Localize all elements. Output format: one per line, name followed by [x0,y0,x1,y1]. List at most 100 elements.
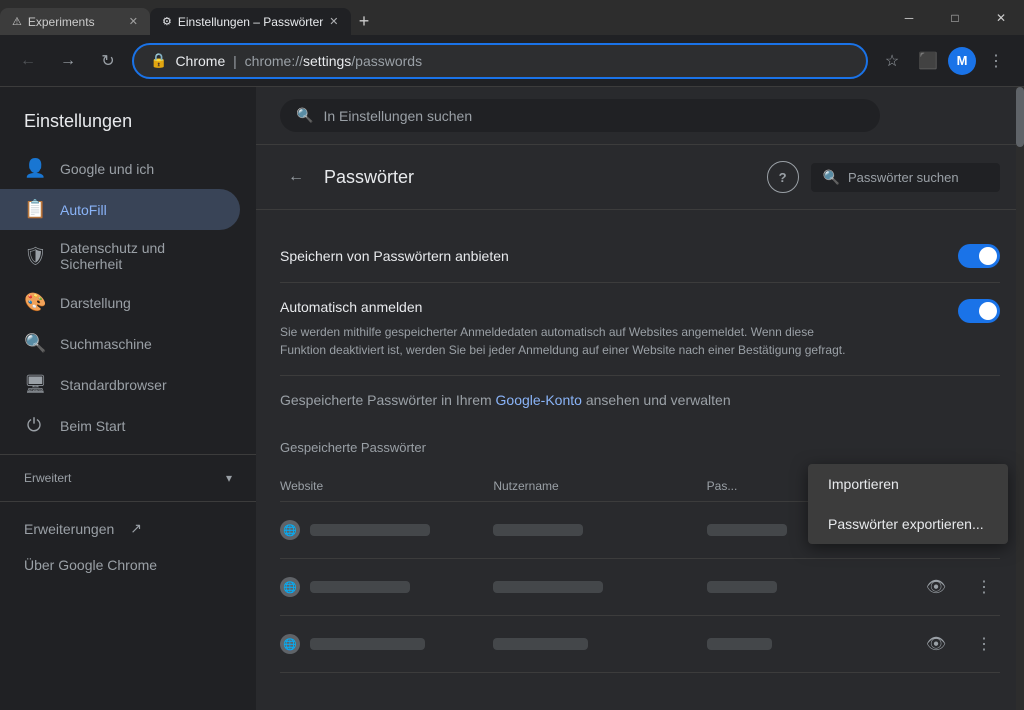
passwords-search-wrap[interactable]: 🔍 [811,163,1000,192]
row1-pw-text [707,524,787,536]
sidebar-item-extensions[interactable]: Erweiterungen ↗ [0,510,256,547]
sidebar-item-autofill-label: AutoFill [60,202,107,218]
google-icon: 👤 [24,158,44,179]
address-bar[interactable]: 🔒 Chrome | chrome://settings/passwords [132,43,868,79]
row3-site-icon: 🌐 [280,634,300,654]
sidebar-title: Einstellungen [0,103,256,148]
sidebar-item-autofill[interactable]: 📋 AutoFill [0,189,240,230]
context-menu-import[interactable]: Importieren [808,464,1008,504]
table-row: 🌐 👁 ⋮ [280,559,1000,616]
passwords-search-input[interactable] [848,170,988,185]
back-button[interactable]: ← [12,45,44,77]
row3-more-button[interactable]: ⋮ [968,628,1000,660]
row1-site-text [310,524,430,536]
offer-save-toggle[interactable] [958,244,1000,268]
google-account-link[interactable]: Google-Konto [496,392,582,408]
privacy-icon: 🛡 [24,246,44,267]
menu-button[interactable]: ⋮ [980,45,1012,77]
secure-icon: 🔒 [150,52,167,69]
minimize-button[interactable]: ─ [886,0,932,35]
scrollbar-track [1016,87,1024,710]
settings-search-input[interactable] [323,108,864,124]
sidebar-advanced-section[interactable]: Erweitert ▾ [0,463,256,493]
row1-site-cell: 🌐 [280,520,493,540]
sidebar-item-about[interactable]: Über Google Chrome [0,547,256,583]
advanced-chevron-icon: ▾ [226,471,232,485]
row3-site-cell: 🌐 [280,634,493,654]
sidebar-item-google-label: Google und ich [60,161,154,177]
sidebar-divider [0,454,256,455]
about-label: Über Google Chrome [24,557,157,573]
col-username: Nutzername [493,479,706,493]
sidebar-item-google[interactable]: 👤 Google und ich [0,148,240,189]
row2-site-icon: 🌐 [280,577,300,597]
settings-search-wrap[interactable]: 🔍 [280,99,880,132]
settings-search-bar: 🔍 [256,87,1024,145]
auto-login-row: Automatisch anmelden Sie werden mithilfe… [280,299,1000,359]
auto-login-content: Automatisch anmelden Sie werden mithilfe… [280,299,860,359]
sidebar-item-startup[interactable]: ⏻ Beim Start [0,405,240,446]
row1-site-icon: 🌐 [280,520,300,540]
appearance-icon: 🎨 [24,292,44,313]
startup-icon: ⏻ [24,415,44,436]
window-controls: ─ □ ✕ [886,0,1024,35]
google-account-link-row: Gespeicherte Passwörter in Ihrem Google-… [280,376,1000,424]
refresh-button[interactable]: ↻ [92,45,124,77]
experiments-icon: ⚠ [12,15,22,28]
navigation-bar: ← → ↻ 🔒 Chrome | chrome://settings/passw… [0,35,1024,87]
col-website: Website [280,479,493,493]
external-link-icon: ↗ [130,520,142,537]
auto-login-toggle[interactable] [958,299,1000,323]
tab-experiments-close[interactable]: ✕ [129,15,138,28]
address-text: Chrome | chrome://settings/passwords [175,53,850,69]
saved-passwords-section: Gespeicherte Passwörter Website Nutzerna… [280,424,1000,681]
scrollbar-thumb[interactable] [1016,87,1024,147]
new-tab-button[interactable]: + [351,8,378,35]
sidebar-item-browser-label: Standardbrowser [60,377,167,393]
row3-user-cell [493,638,706,650]
table-row: 🌐 👁 ⋮ [280,616,1000,673]
tab-strip: ⚠ Experiments ✕ ⚙ Einstellungen – Passwö… [0,0,886,35]
sidebar-item-privacy-label: Datenschutz und Sicherheit [60,240,216,272]
tab-experiments[interactable]: ⚠ Experiments ✕ [0,8,150,35]
tab-settings-close[interactable]: ✕ [329,15,338,28]
row2-pw-text [707,581,777,593]
forward-button[interactable]: → [52,45,84,77]
sidebar-item-browser[interactable]: 🖥 Standardbrowser [0,364,240,405]
maximize-button[interactable]: □ [932,0,978,35]
sidebar-item-search[interactable]: 🔍 Suchmaschine [0,323,240,364]
passwords-help-button[interactable]: ? [767,161,799,193]
passwords-page: ← Passwörter ? 🔍 Speichern von Passwörte… [256,145,1024,710]
row2-more-button[interactable]: ⋮ [968,571,1000,603]
row2-eye-button[interactable]: 👁 [920,571,952,603]
context-menu-export[interactable]: Passwörter exportieren... [808,504,1008,544]
row2-user-text [493,581,603,593]
auto-login-desc: Sie werden mithilfe gespeicherter Anmeld… [280,323,860,359]
offer-save-toggle-row: Speichern von Passwörtern anbieten [280,230,1000,283]
passwords-header: ← Passwörter ? 🔍 [256,145,1024,210]
sidebar-item-privacy[interactable]: 🛡 Datenschutz und Sicherheit [0,230,240,282]
row2-site-text [310,581,410,593]
auto-login-section: Automatisch anmelden Sie werden mithilfe… [280,283,1000,376]
passwords-back-button[interactable]: ← [280,161,312,193]
tab-settings[interactable]: ⚙ Einstellungen – Passwörter ✕ [150,8,351,35]
bookmark-button[interactable]: ☆ [876,45,908,77]
row3-user-text [493,638,588,650]
refresh-icon: ↻ [101,51,114,71]
passwords-title: Passwörter [324,167,755,188]
main-layout: Einstellungen 👤 Google und ich 📋 AutoFil… [0,87,1024,710]
profile-avatar[interactable]: M [948,47,976,75]
row2-user-cell [493,581,706,593]
sidebar-item-search-label: Suchmaschine [60,336,152,352]
row3-pw-cell [707,638,920,650]
row3-eye-button[interactable]: 👁 [920,628,952,660]
row1-user-text [493,524,583,536]
title-bar: ⚠ Experiments ✕ ⚙ Einstellungen – Passwö… [0,0,1024,35]
sidebar-item-appearance-label: Darstellung [60,295,131,311]
tab-settings-label: Einstellungen – Passwörter [178,15,323,29]
settings-search-icon: 🔍 [296,107,313,124]
extensions-button[interactable]: ⬛ [912,45,944,77]
sidebar: Einstellungen 👤 Google und ich 📋 AutoFil… [0,87,256,710]
close-button[interactable]: ✕ [978,0,1024,35]
sidebar-item-appearance[interactable]: 🎨 Darstellung [0,282,240,323]
